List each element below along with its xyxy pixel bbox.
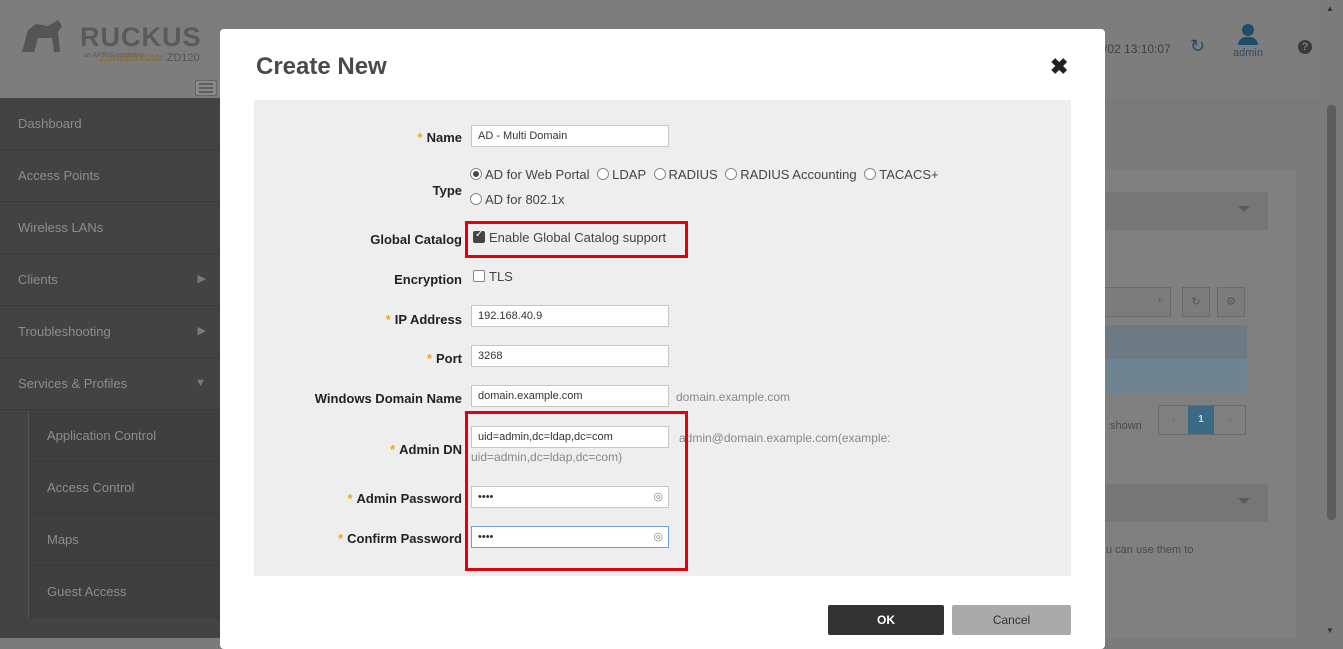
chevron-down-icon: ▼ — [195, 377, 206, 389]
search-icon: ⌕ — [1157, 294, 1164, 306]
system-clock: /02 13:10:07 — [1104, 42, 1171, 56]
encryption-label: Encryption — [394, 272, 462, 287]
scrollbar-thumb[interactable] — [1327, 105, 1336, 520]
type-label: Type — [432, 183, 462, 198]
radio-icon — [725, 168, 738, 180]
page-number[interactable]: 1 — [1188, 406, 1214, 434]
collapse-section-bottom[interactable] — [1104, 484, 1268, 522]
type-option-ad-web-portal[interactable]: AD for Web Portal — [466, 167, 590, 182]
menu-toggle-button[interactable] — [195, 80, 217, 96]
product-name: ZoneDirector ZD120 — [100, 52, 200, 64]
user-name: admin — [1233, 47, 1263, 59]
type-radio-group-row2: AD for 802.1x — [466, 192, 565, 207]
sidebar-item-clients[interactable]: Clients ▶ — [0, 254, 220, 306]
chevron-down-icon — [1238, 498, 1250, 504]
gear-icon[interactable]: ⚙ — [1217, 287, 1245, 317]
radio-icon — [864, 168, 877, 180]
admin-dn-hint: admin@domain.example.com(example: — [679, 431, 891, 445]
sidebar-subitem-application-control[interactable]: Application Control — [28, 410, 220, 462]
sidebar: Dashboard Access Points Wireless LANs Cl… — [0, 98, 220, 638]
tls-checkbox[interactable]: TLS — [473, 269, 513, 284]
checkbox-icon — [473, 270, 485, 282]
sidebar-subitem-guest-access[interactable]: Guest Access — [28, 566, 220, 618]
name-input[interactable]: AD - Multi Domain — [471, 125, 669, 147]
highlight-global-catalog — [465, 221, 688, 258]
ip-address-input[interactable]: 192.168.40.9 — [471, 305, 669, 327]
dialog-title: Create New — [256, 53, 387, 80]
user-menu[interactable]: admin — [1230, 24, 1266, 59]
type-option-tacacs[interactable]: TACACS+ — [860, 167, 939, 182]
confirm-password-label: * Confirm Password — [338, 531, 462, 546]
type-option-ldap[interactable]: LDAP — [593, 167, 646, 182]
sidebar-subitem-maps[interactable]: Maps — [28, 514, 220, 566]
radio-selected-icon — [470, 168, 482, 180]
background-search-input[interactable]: ⌕ — [1104, 287, 1171, 317]
chevron-down-icon — [1238, 206, 1250, 212]
scroll-up-icon[interactable]: ▲ — [1326, 4, 1334, 13]
ip-address-label: * IP Address — [385, 312, 462, 327]
chevron-right-icon: ▶ — [197, 325, 206, 337]
type-option-ad-8021x[interactable]: AD for 802.1x — [466, 192, 565, 207]
background-note: u can use them to — [1106, 544, 1194, 556]
sidebar-item-services-profiles[interactable]: Services & Profiles ▼ — [0, 358, 220, 410]
table-header — [1104, 325, 1247, 359]
port-input[interactable]: 3268 — [471, 345, 669, 367]
ok-button[interactable]: OK — [828, 605, 944, 635]
brand-name: RUCKUS — [80, 22, 202, 52]
name-label: * Name — [417, 130, 462, 145]
radio-icon — [597, 168, 610, 180]
port-label: * Port — [426, 351, 462, 366]
chevron-right-icon: ▶ — [197, 273, 206, 285]
sidebar-subitem-access-control[interactable]: Access Control — [28, 462, 220, 514]
admin-dn-label: * Admin DN — [390, 442, 462, 457]
help-icon[interactable]: ? — [1298, 40, 1312, 54]
background-panel — [1104, 170, 1296, 638]
user-avatar-icon — [1242, 24, 1254, 36]
shown-label: shown — [1110, 420, 1142, 432]
radio-icon — [653, 168, 666, 180]
form-area: * Name AD - Multi Domain Type AD for Web … — [254, 100, 1071, 576]
admin-password-label: * Admin Password — [347, 491, 462, 506]
close-icon[interactable]: ✖ — [1050, 54, 1068, 80]
table-row[interactable] — [1104, 359, 1247, 393]
scroll-down-icon[interactable]: ▼ — [1326, 626, 1334, 635]
collapse-section-top[interactable] — [1104, 192, 1268, 230]
next-page-icon[interactable]: › — [1217, 406, 1243, 434]
windows-domain-input[interactable]: domain.example.com — [471, 385, 669, 407]
prev-page-icon[interactable]: ‹ — [1161, 406, 1187, 434]
sidebar-item-access-points[interactable]: Access Points — [0, 150, 220, 202]
type-option-radius[interactable]: RADIUS — [650, 167, 718, 182]
create-new-dialog: Create New ✖ * Name AD - Multi Domain Typ… — [220, 29, 1105, 649]
radio-icon — [470, 193, 482, 205]
refresh-icon[interactable]: ↻ — [1190, 36, 1205, 57]
sidebar-item-dashboard[interactable]: Dashboard — [0, 98, 220, 150]
pagination: ‹ 1 › — [1158, 405, 1246, 435]
windows-domain-label: Windows Domain Name — [314, 391, 462, 406]
refresh-icon[interactable]: ↻ — [1182, 287, 1210, 317]
type-radio-group: AD for Web Portal LDAP RADIUS RADIUS Acc… — [466, 167, 939, 182]
windows-domain-hint: domain.example.com — [676, 390, 791, 404]
cancel-button[interactable]: Cancel — [952, 605, 1071, 635]
sidebar-item-wireless-lans[interactable]: Wireless LANs — [0, 202, 220, 254]
type-option-radius-accounting[interactable]: RADIUS Accounting — [721, 167, 857, 182]
sidebar-item-troubleshooting[interactable]: Troubleshooting ▶ — [0, 306, 220, 358]
dog-logo-icon — [22, 20, 62, 52]
global-catalog-label: Global Catalog — [370, 232, 462, 247]
highlight-admin-credentials — [465, 411, 688, 571]
